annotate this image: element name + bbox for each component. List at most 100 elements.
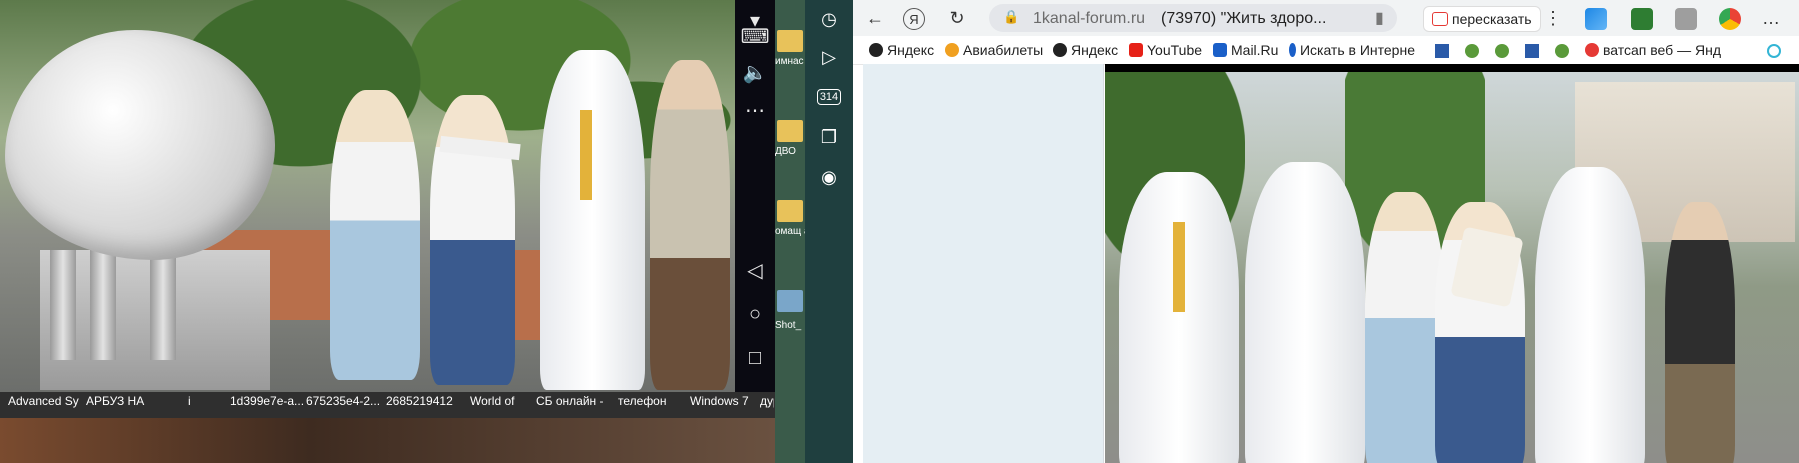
brain-statue-image — [5, 30, 275, 260]
folder-icon[interactable] — [777, 120, 803, 142]
bookmark-item[interactable]: ватсап веб — Янд — [1585, 42, 1755, 58]
bookmark-item[interactable]: Искать в Интерне — [1289, 42, 1415, 58]
lock-icon: 🔒 — [1003, 9, 1020, 24]
bookmark-label: Яндекс — [887, 42, 935, 58]
desktop-icon-label[interactable]: Windows 7 — [690, 394, 749, 408]
puzzle-icon[interactable] — [1675, 8, 1697, 30]
extension-icon[interactable] — [1585, 8, 1607, 30]
bookmark-item[interactable]: Mail.Ru — [1213, 42, 1278, 58]
summarize-button[interactable]: пересказать — [1423, 6, 1541, 32]
page-left-column — [863, 64, 1104, 463]
site-icon[interactable] — [1465, 44, 1479, 58]
desktop-icon-strip: имнас для ш ДВО омащ атро Shot_ — [775, 0, 805, 463]
desktop-icon-label: омащ атро — [775, 226, 805, 237]
plane-icon — [945, 43, 959, 57]
desktop-icon-label[interactable]: 1d399e7e-a... — [230, 394, 304, 408]
extension-icon[interactable] — [1631, 8, 1653, 30]
bookmarks-bar: Яндекс Авиабилеты Яндекс YouTube Mail.Ru… — [853, 36, 1799, 65]
reload-button[interactable]: ↻ — [945, 6, 969, 30]
plus-icon — [1053, 43, 1067, 57]
yandex-icon[interactable]: Я — [903, 8, 925, 30]
overflow-icon[interactable]: … — [1759, 6, 1783, 30]
bookmark-label: Искать в Интерне — [1299, 42, 1415, 58]
menu-icon[interactable]: ⋮ — [1541, 6, 1565, 30]
play-icon[interactable]: ▷ — [805, 38, 853, 76]
more-icon[interactable]: ⋯ — [735, 90, 775, 130]
tab-count-badge: 314 — [816, 89, 842, 105]
desktop-icon-label[interactable]: i — [188, 394, 191, 408]
back-icon[interactable]: ◁ — [735, 250, 775, 290]
settings-icon[interactable] — [1767, 44, 1781, 58]
statue-pillar — [90, 250, 116, 360]
man-in-white-coat — [1535, 167, 1645, 463]
presenter-woman — [330, 90, 420, 380]
bookmark-item[interactable]: Яндекс — [869, 42, 934, 58]
desktop-icon-label[interactable]: 675235e4-2... — [306, 394, 380, 408]
bookmark-label: Яндекс — [1071, 42, 1119, 58]
desktop-wallpaper — [0, 418, 775, 463]
bookmark-label: Mail.Ru — [1231, 42, 1279, 58]
bystander — [650, 60, 730, 390]
browser-window: ← Я ↻ 🔒 1kanal-forum.ru (73970) "Жить зд… — [853, 0, 1799, 463]
home-icon[interactable]: ○ — [735, 294, 775, 334]
doc-icon[interactable] — [1525, 44, 1539, 58]
keyboard-icon[interactable]: ⌨ — [735, 16, 775, 56]
bookmark-item[interactable]: YouTube — [1129, 42, 1202, 58]
desktop-icon-label[interactable]: СБ онлайн - — [536, 394, 604, 408]
desktop-icon-label[interactable]: World of — [470, 394, 514, 408]
desktop-icon-label[interactable]: телефон — [618, 394, 667, 408]
desktop-icon-label: имнас для ш — [775, 56, 805, 67]
address-bar[interactable]: 🔒 1kanal-forum.ru (73970) "Жить здоро...… — [989, 4, 1397, 32]
bookmark-label: ватсап веб — Янд — [1603, 42, 1721, 58]
video-top-border — [1105, 64, 1799, 72]
folder-icon[interactable] — [777, 30, 803, 52]
browser-side-panel: ◷ ▷ 314 ❐ ◉ — [805, 0, 853, 463]
tab-count-icon[interactable]: 314 — [805, 78, 853, 116]
bookmark-item[interactable]: Яндекс — [1053, 42, 1118, 58]
yellow-tie — [1173, 222, 1185, 312]
collections-icon[interactable]: ❐ — [805, 118, 853, 156]
image-file-icon[interactable] — [777, 290, 803, 312]
man-in-white-coat — [1119, 172, 1239, 463]
desktop-icon-label[interactable]: дура Ра — [760, 394, 774, 408]
youtube-icon — [1129, 43, 1143, 57]
desktop-icon-label: ДВО — [775, 146, 796, 157]
left-video-player[interactable] — [0, 0, 735, 392]
man-in-white-coat — [1245, 162, 1365, 463]
plus-icon — [869, 43, 883, 57]
summarize-icon — [1432, 12, 1448, 26]
desktop-icon-label: Shot_ — [775, 320, 802, 331]
recents-icon[interactable]: □ — [735, 338, 775, 378]
volume-icon[interactable]: 🔈 — [735, 52, 775, 92]
search-icon — [1289, 43, 1296, 57]
doc-icon[interactable] — [1435, 44, 1449, 58]
man-in-white-coat — [540, 50, 645, 390]
bystander — [1665, 202, 1735, 463]
page-title: (73970) "Жить здоро... — [1161, 10, 1327, 27]
site-icon[interactable] — [1555, 44, 1569, 58]
desktop-icon-label[interactable]: АРБУЗ НА — [86, 394, 144, 408]
desktop-icon-label[interactable]: Advanced Sy — [8, 394, 79, 408]
browser-toolbar: ← Я ↻ 🔒 1kanal-forum.ru (73970) "Жить зд… — [853, 0, 1799, 36]
phone-nav-bar: ▾ ⌨ 🔈 ⋯ ◁ ○ □ — [735, 0, 775, 392]
embedded-video-player[interactable] — [1105, 72, 1799, 463]
mailru-icon — [1213, 43, 1227, 57]
camera-icon[interactable]: ◉ — [805, 158, 853, 196]
back-button[interactable]: ← — [863, 6, 887, 30]
statue-pillar — [150, 250, 176, 360]
bookmark-label: YouTube — [1147, 42, 1203, 58]
bookmark-item[interactable]: Авиабилеты — [945, 42, 1043, 58]
bookmark-icon[interactable]: ▮ — [1375, 8, 1384, 28]
yandex-icon — [1585, 43, 1599, 57]
bookmark-label: Авиабилеты — [963, 42, 1044, 58]
desktop-icon-labels-row: Advanced Sy АРБУЗ НА i 1d399e7e-a... 675… — [0, 392, 775, 418]
summarize-label: пересказать — [1452, 11, 1532, 27]
chrome-icon[interactable] — [1719, 8, 1741, 30]
address-domain: 1kanal-forum.ru — [1033, 10, 1146, 27]
folder-icon[interactable] — [777, 200, 803, 222]
statue-pillar — [50, 250, 76, 360]
history-icon[interactable]: ◷ — [805, 0, 853, 38]
site-icon[interactable] — [1495, 44, 1509, 58]
presenter-woman — [1365, 192, 1445, 463]
desktop-icon-label[interactable]: 2685219412 — [386, 394, 453, 408]
